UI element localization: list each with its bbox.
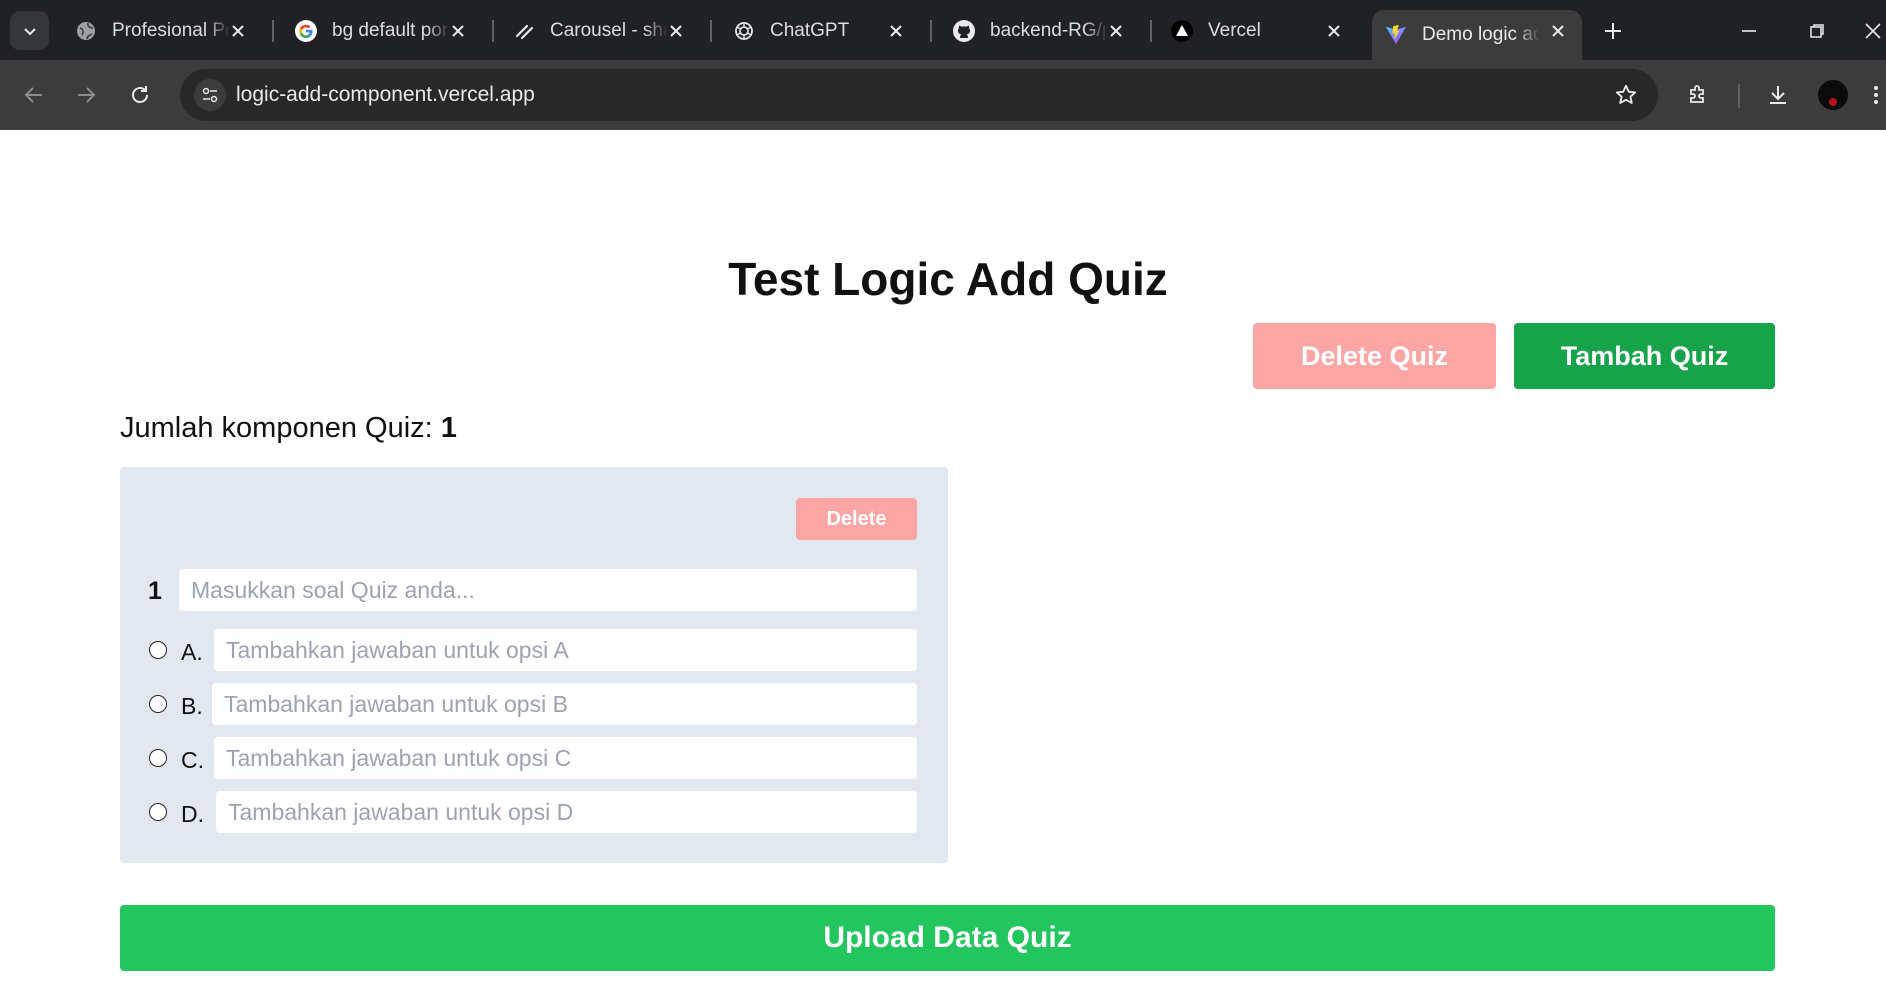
close-icon <box>1865 23 1881 39</box>
option-b-radio[interactable] <box>149 695 167 713</box>
plus-icon <box>1605 23 1621 39</box>
option-c-radio[interactable] <box>149 749 167 767</box>
profile-avatar[interactable] <box>1818 80 1848 110</box>
tab-separator <box>930 20 932 42</box>
arrow-left-icon <box>24 87 42 103</box>
globe-icon <box>74 19 98 43</box>
downloads-button[interactable] <box>1760 77 1796 113</box>
puzzle-icon <box>1690 85 1704 103</box>
option-b-letter: B. <box>181 693 203 719</box>
tab-vercel[interactable]: Vercel <box>1158 10 1358 52</box>
quiz-count-label: Jumlah komponen Quiz: <box>120 412 433 444</box>
upload-quiz-button[interactable]: Upload Data Quiz <box>120 905 1775 971</box>
site-info-button[interactable] <box>194 79 226 111</box>
option-b-input[interactable] <box>212 683 917 725</box>
new-tab-button[interactable] <box>1598 16 1628 46</box>
minimize-icon <box>1742 30 1756 32</box>
question-number: 1 <box>148 577 162 605</box>
forward-button[interactable] <box>68 77 104 113</box>
option-a-input[interactable] <box>214 629 917 671</box>
more-vert-icon <box>1874 86 1878 104</box>
browser-tab-strip: Profesional Po bg default por Carousel -… <box>0 0 1886 60</box>
close-icon[interactable] <box>1548 21 1568 41</box>
tab-carousel[interactable]: Carousel - sha <box>500 10 700 52</box>
download-icon <box>1770 86 1786 104</box>
address-bar[interactable]: logic-add-component.vercel.app <box>180 69 1658 121</box>
tab-github[interactable]: backend-RG/p <box>940 10 1140 52</box>
tab-title: bg default por <box>332 20 449 41</box>
tab-chatgpt[interactable]: ChatGPT <box>720 10 920 52</box>
quiz-count: Jumlah komponen Quiz: 1 <box>120 412 457 445</box>
tab-separator <box>492 20 494 42</box>
question-input[interactable] <box>179 569 917 611</box>
browser-toolbar: logic-add-component.vercel.app <box>0 60 1886 130</box>
quiz-count-value: 1 <box>440 412 457 444</box>
page-title: Test Logic Add Quiz <box>728 253 1168 305</box>
tab-separator <box>272 20 274 42</box>
delete-quiz-item-button[interactable]: Delete <box>796 498 917 540</box>
restore-icon <box>1810 24 1824 38</box>
option-d-radio[interactable] <box>149 803 167 821</box>
close-icon[interactable] <box>448 21 468 41</box>
github-icon <box>952 19 976 43</box>
google-g-icon <box>294 19 318 43</box>
tab-bg-default[interactable]: bg default por <box>282 10 482 52</box>
tab-title: Profesional Po <box>112 20 230 41</box>
tab-separator <box>1150 20 1152 42</box>
tab-title: Demo logic ad <box>1422 24 1540 45</box>
tab-search-button[interactable] <box>10 11 49 50</box>
option-c-letter: C. <box>181 747 204 773</box>
extensions-button[interactable] <box>1680 77 1716 113</box>
add-quiz-button[interactable]: Tambah Quiz <box>1514 323 1775 389</box>
option-d-input[interactable] <box>216 791 917 833</box>
close-window-button[interactable] <box>1860 14 1886 48</box>
shadcn-icon <box>512 19 536 43</box>
back-button[interactable] <box>16 77 52 113</box>
tab-profesional[interactable]: Profesional Po <box>62 10 262 52</box>
arrow-right-icon <box>78 87 96 103</box>
restore-button[interactable] <box>1800 14 1834 48</box>
vercel-triangle-icon <box>1170 19 1194 43</box>
toolbar-divider <box>1738 84 1740 108</box>
option-a-letter: A. <box>181 639 203 665</box>
tab-separator <box>710 20 712 42</box>
option-d-letter: D. <box>181 801 204 827</box>
close-icon[interactable] <box>666 21 686 41</box>
minimize-button[interactable] <box>1732 14 1766 48</box>
vite-icon <box>1384 23 1408 47</box>
close-icon[interactable] <box>228 21 248 41</box>
close-icon[interactable] <box>1106 21 1126 41</box>
bookmark-star-button[interactable] <box>1612 81 1640 109</box>
openai-icon <box>732 19 756 43</box>
delete-quiz-button[interactable]: Delete Quiz <box>1253 323 1496 389</box>
reload-button[interactable] <box>122 77 158 113</box>
option-a-radio[interactable] <box>149 641 167 659</box>
tune-icon <box>202 87 218 103</box>
tab-demo-logic[interactable]: Demo logic ad <box>1372 10 1582 60</box>
close-icon[interactable] <box>886 21 906 41</box>
star-icon <box>1615 84 1637 104</box>
reload-icon <box>132 86 148 103</box>
option-c-input[interactable] <box>214 737 917 779</box>
tab-title: Vercel <box>1208 20 1261 41</box>
quiz-card: Delete 1 A. B. C. D. <box>120 467 948 863</box>
url-text: logic-add-component.vercel.app <box>236 83 535 106</box>
tab-title: Carousel - sha <box>550 20 668 41</box>
chevron-down-icon <box>23 27 36 35</box>
browser-menu-button[interactable] <box>1866 77 1886 113</box>
close-icon[interactable] <box>1324 21 1344 41</box>
tab-title: ChatGPT <box>770 20 850 41</box>
tab-title: backend-RG/p <box>990 20 1108 41</box>
